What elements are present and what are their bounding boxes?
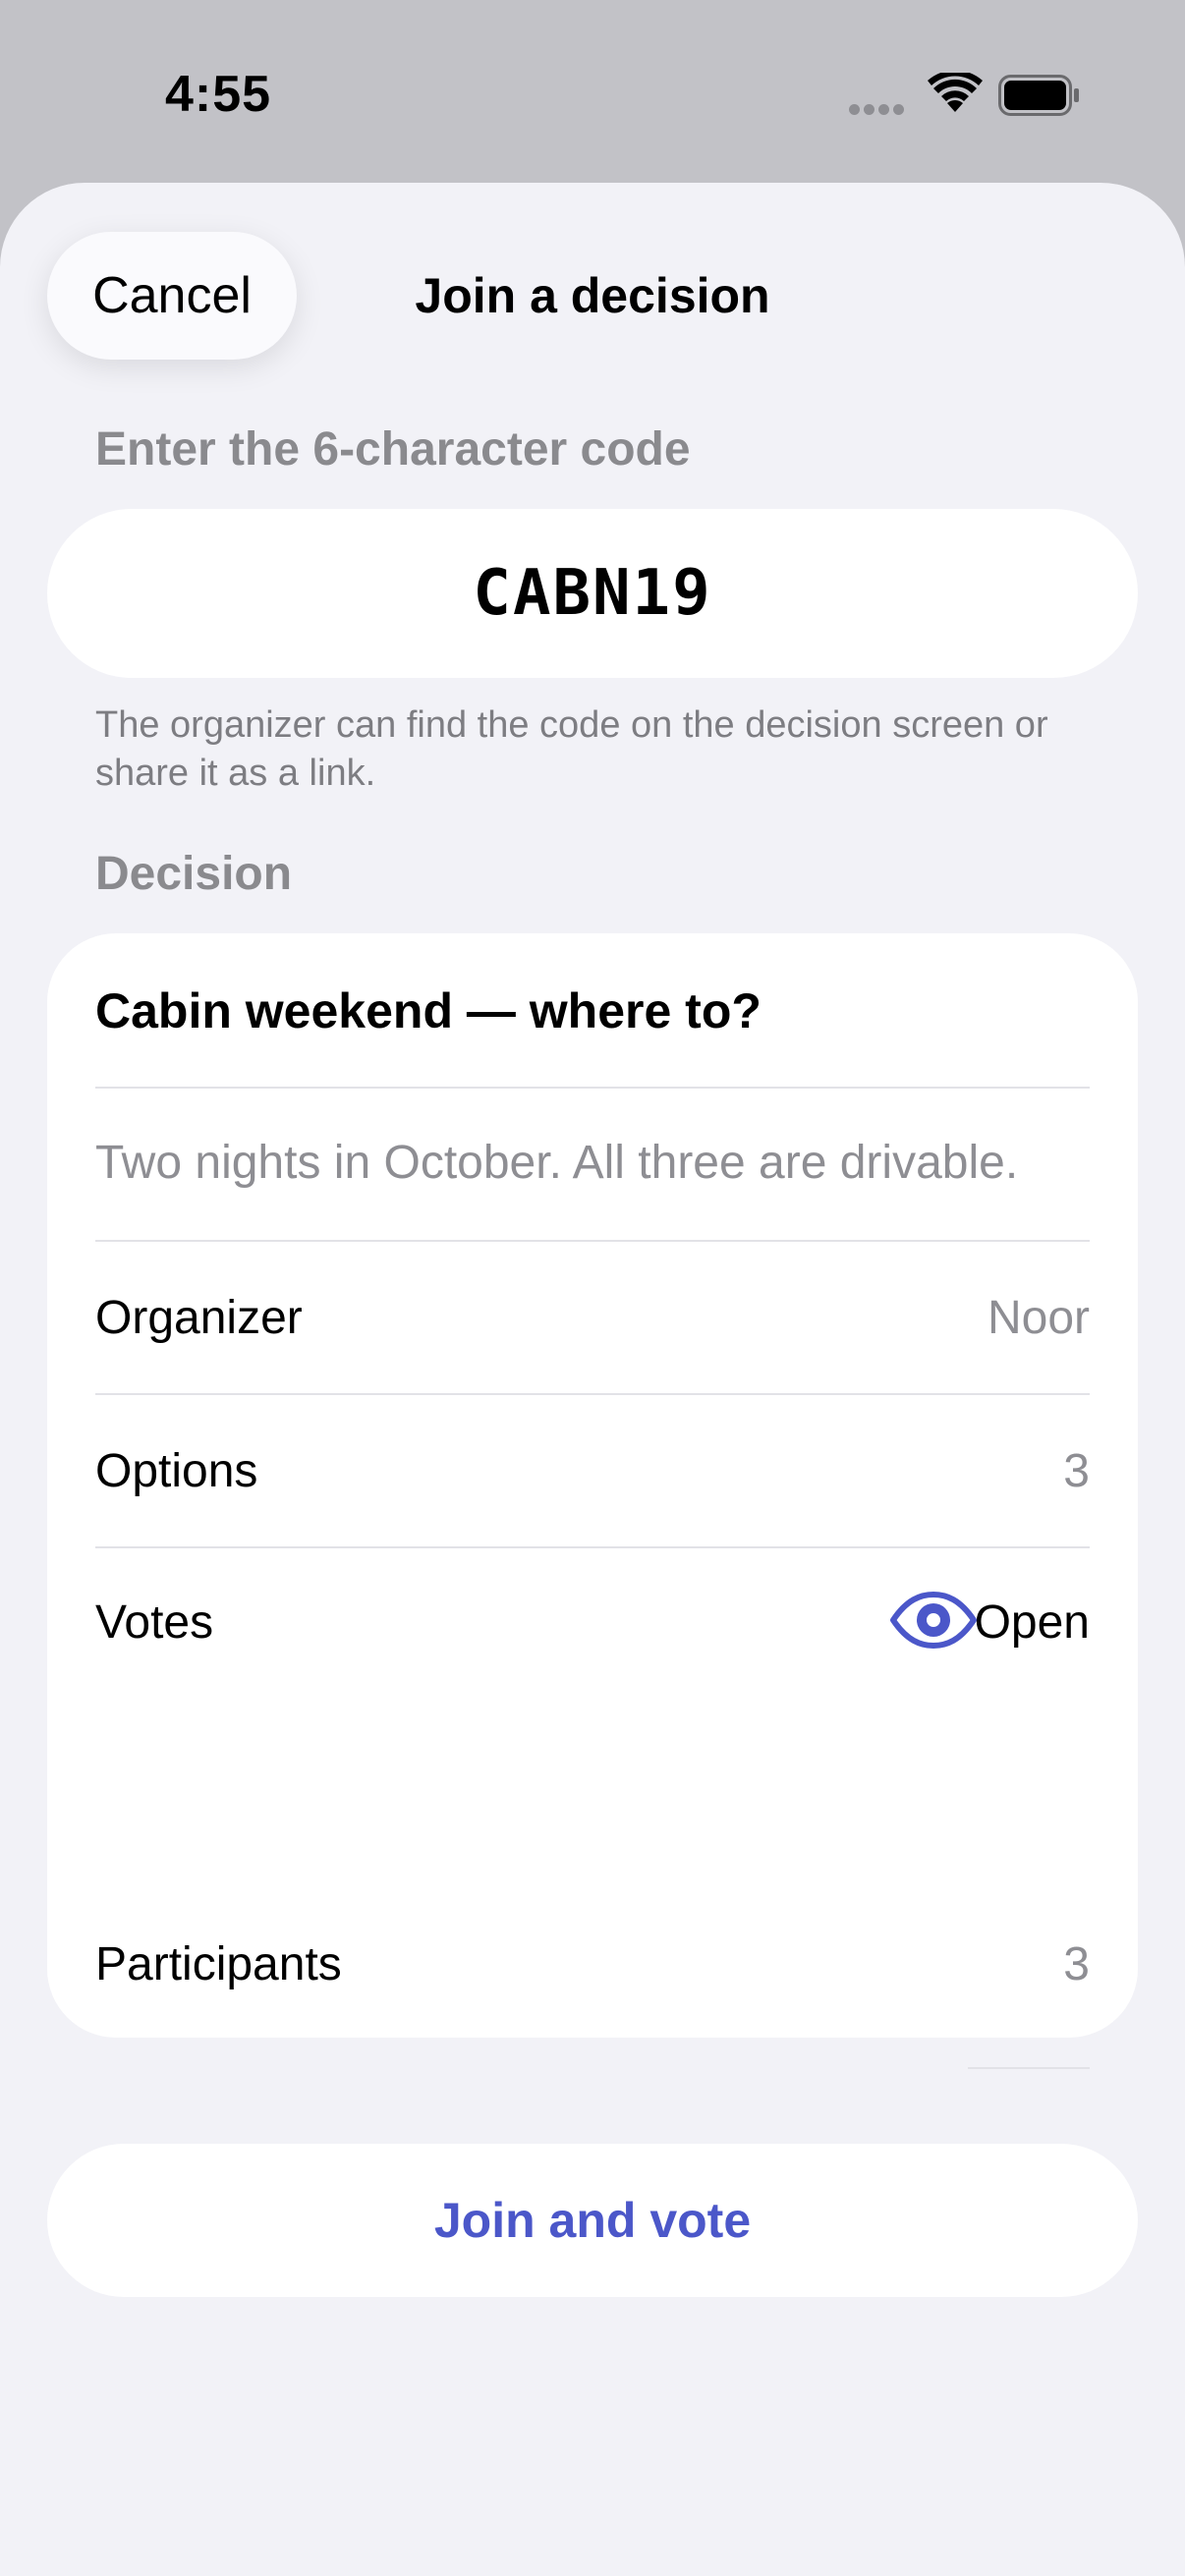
eye-icon <box>890 1592 977 1649</box>
votes-value: Open <box>974 1596 1090 1649</box>
organizer-row: Organizer Noor <box>95 1291 1090 1350</box>
code-hint-text: The organizer can find the code on the d… <box>95 704 1048 794</box>
options-label: Options <box>95 1445 258 1497</box>
participants-value: 3 <box>1063 1938 1090 1990</box>
participants-row: Participants 3 <box>95 1937 1090 1996</box>
votes-label: Votes <box>95 1596 214 1649</box>
participants-label: Participants <box>95 1938 342 1990</box>
sheet-title: Join a decision <box>415 268 770 323</box>
decision-description: Two nights in October. All three are dri… <box>95 1137 1019 1189</box>
code-section-label: Enter the 6-character code <box>95 423 691 476</box>
votes-row: Votes Open <box>95 1592 1090 1664</box>
status-time: 4:55 <box>165 66 272 123</box>
organizer-value: Noor <box>987 1292 1090 1344</box>
options-value: 3 <box>1063 1445 1090 1497</box>
organizer-label: Organizer <box>95 1292 303 1344</box>
decision-title: Cabin weekend — where to? <box>95 983 762 1038</box>
options-row: Options 3 <box>95 1444 1090 1503</box>
divider <box>95 1393 1090 1395</box>
decision-card: Cabin weekend — where to? Two nights in … <box>47 933 1138 2069</box>
status-bar: 4:55 <box>0 0 1185 187</box>
cellular-signal-icon <box>849 102 908 116</box>
divider <box>968 2067 1090 2069</box>
divider <box>95 1240 1090 1242</box>
join-and-vote-button[interactable]: Join and vote <box>47 2144 1138 2297</box>
wifi-icon <box>928 73 983 112</box>
decision-section-label: Decision <box>95 848 293 900</box>
divider <box>95 1087 1090 1089</box>
divider <box>95 1546 1090 1548</box>
battery-icon <box>998 75 1079 116</box>
join-decision-sheet: Cancel Join a decision Enter the 6-chara… <box>0 183 1185 2576</box>
code-input[interactable]: CABN19 <box>47 509 1138 678</box>
